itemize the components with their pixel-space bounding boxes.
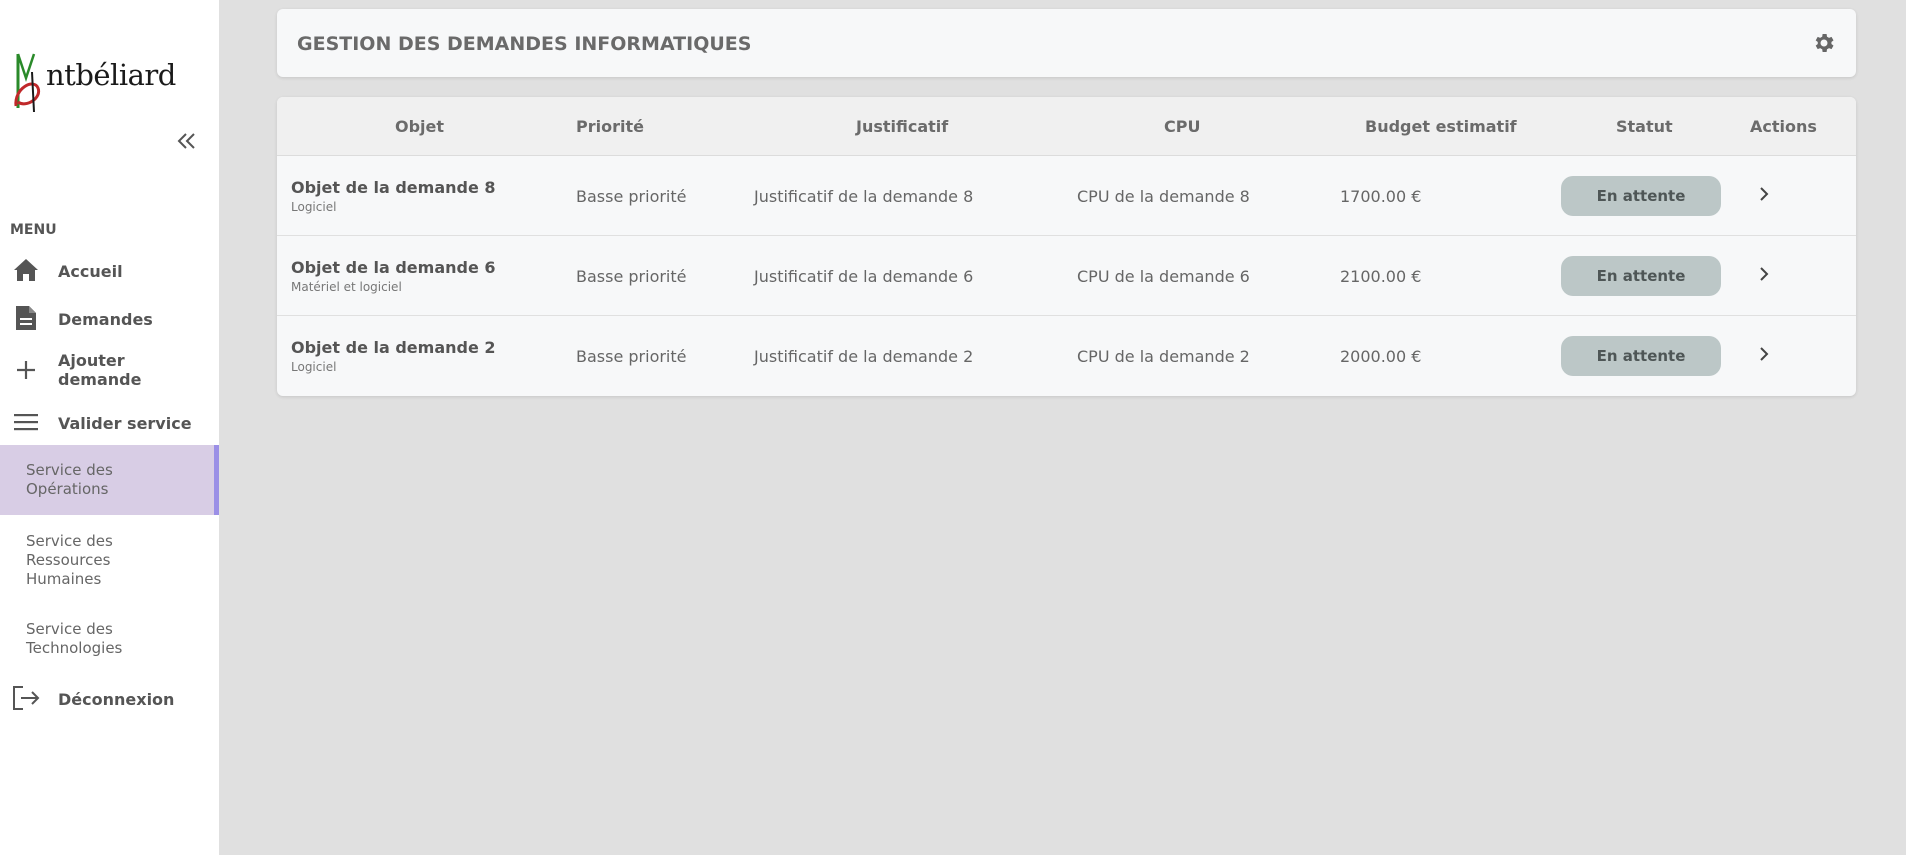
service-item-operations[interactable]: Service des Opérations [0, 445, 219, 515]
column-header-objet: Objet [395, 117, 445, 136]
menu-label: MENU [10, 222, 57, 238]
row-type: Logiciel [291, 200, 337, 214]
row-cpu: CPU de la demande 8 [1077, 187, 1250, 206]
nav-item-label: Déconnexion [58, 690, 175, 709]
row-budget: 2100.00 € [1340, 267, 1422, 286]
table-row: Objet de la demande 6 Matériel et logici… [277, 236, 1856, 316]
nav-item-label: Accueil [58, 262, 123, 281]
column-header-cpu: CPU [1164, 117, 1201, 136]
page-title: GESTION DES DEMANDES INFORMATIQUES [297, 33, 752, 55]
chevron-right-icon[interactable] [1755, 345, 1773, 363]
logo-text: ntbéliard [46, 58, 176, 92]
logout-button[interactable]: Déconnexion [0, 684, 219, 714]
row-justificatif: Justificatif de la demande 6 [754, 267, 974, 286]
chevron-right-icon[interactable] [1755, 265, 1773, 283]
status-badge[interactable]: En attente [1561, 256, 1721, 296]
service-item-label: Service des Ressources Humaines [26, 531, 113, 588]
row-type: Logiciel [291, 360, 337, 374]
column-header-priorite: Priorité [576, 117, 644, 136]
row-priorite: Basse priorité [576, 187, 687, 206]
double-chevron-left-icon [177, 133, 195, 149]
row-objet: Objet de la demande 2 [291, 338, 496, 357]
row-objet: Objet de la demande 8 [291, 178, 496, 197]
table-row: Objet de la demande 8 Logiciel Basse pri… [277, 156, 1856, 236]
document-icon [12, 304, 40, 332]
plus-icon [12, 356, 40, 384]
home-icon [12, 256, 40, 284]
gear-icon[interactable] [1812, 31, 1836, 55]
collapse-sidebar-button[interactable] [174, 128, 200, 154]
row-priorite: Basse priorité [576, 267, 687, 286]
column-header-statut: Statut [1616, 117, 1673, 136]
service-item-label: Service des Opérations [26, 461, 113, 498]
page-header: GESTION DES DEMANDES INFORMATIQUES [277, 9, 1856, 77]
requests-table: Objet Priorité Justificatif CPU Budget e… [277, 97, 1856, 396]
nav-item-ajouter-demande[interactable]: Ajouter demande [0, 350, 219, 390]
row-cpu: CPU de la demande 6 [1077, 267, 1250, 286]
row-budget: 2000.00 € [1340, 347, 1422, 366]
column-header-justificatif: Justificatif [856, 117, 949, 136]
column-header-actions: Actions [1750, 117, 1817, 136]
table-header: Objet Priorité Justificatif CPU Budget e… [277, 97, 1856, 156]
chevron-right-icon[interactable] [1755, 185, 1773, 203]
column-header-budget: Budget estimatif [1365, 117, 1517, 136]
row-cpu: CPU de la demande 2 [1077, 347, 1250, 366]
nav-item-label: Valider service [58, 414, 192, 433]
sidebar: ntbéliard MENU Accueil Demandes Ajouter … [0, 0, 219, 855]
nav-item-valider-service[interactable]: Valider service [0, 408, 219, 438]
row-type: Matériel et logiciel [291, 280, 402, 294]
nav-item-label: Demandes [58, 310, 153, 329]
logo: ntbéliard [12, 48, 176, 120]
row-objet: Objet de la demande 6 [291, 258, 496, 277]
nav-item-label: Ajouter demande [58, 351, 142, 389]
logout-icon [12, 684, 40, 712]
row-priorite: Basse priorité [576, 347, 687, 366]
row-justificatif: Justificatif de la demande 2 [754, 347, 974, 366]
service-item-label: Service des Technologies [26, 620, 123, 657]
status-badge[interactable]: En attente [1561, 176, 1721, 216]
logo-emblem-icon [14, 53, 41, 113]
status-badge[interactable]: En attente [1561, 336, 1721, 376]
nav-item-accueil[interactable]: Accueil [0, 256, 219, 286]
menu-icon [12, 408, 40, 436]
nav-item-demandes[interactable]: Demandes [0, 304, 219, 334]
row-justificatif: Justificatif de la demande 8 [754, 187, 974, 206]
row-budget: 1700.00 € [1340, 187, 1422, 206]
service-item-technologies[interactable]: Service des Technologies [0, 614, 219, 664]
service-item-ressources-humaines[interactable]: Service des Ressources Humaines [0, 525, 219, 595]
table-row: Objet de la demande 2 Logiciel Basse pri… [277, 316, 1856, 396]
